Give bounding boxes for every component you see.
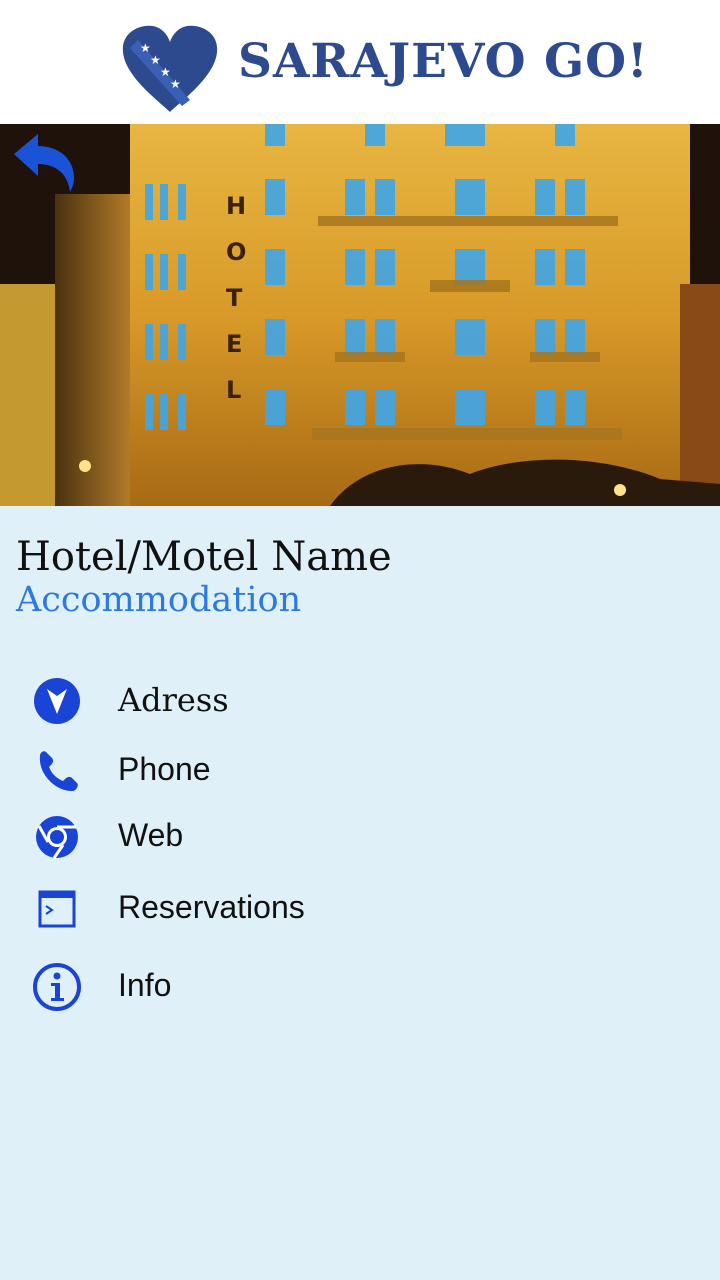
hotel-sign-letter-o: O: [226, 238, 246, 266]
location-arrow-icon: [34, 678, 80, 724]
back-arrow-icon: [14, 134, 74, 192]
svg-text:★: ★: [170, 77, 181, 91]
hotel-sign-letter-l: L: [226, 376, 241, 404]
app-header: ★ ★ ★ ★ SARAJEVO GO!: [0, 0, 720, 124]
info-icon: [33, 963, 81, 1011]
detail-row-address[interactable]: Adress: [0, 668, 720, 728]
back-button[interactable]: [10, 130, 80, 196]
hotel-sign-letter-h: H: [226, 192, 246, 220]
heart-flag-icon: ★ ★ ★ ★: [122, 25, 218, 112]
detail-label-address: Adress: [118, 681, 229, 719]
hotel-sign-letter-e: E: [226, 330, 242, 358]
detail-label-phone: Phone: [118, 751, 211, 787]
detail-label-info: Info: [118, 967, 172, 1003]
chrome-icon: [36, 816, 78, 859]
hotel-photo-illustration: H O T E L: [0, 124, 720, 506]
detail-row-reservations[interactable]: Reservations: [0, 876, 720, 936]
sarajevo-go-logo: ★ ★ ★ ★ SARAJEVO GO!: [120, 22, 648, 114]
terminal-icon: [38, 890, 76, 928]
hotel-photo: H O T E L: [0, 124, 720, 506]
phone-icon: [39, 751, 78, 792]
listing-category: Accommodation: [16, 580, 302, 620]
logo-text: SARAJEVO GO!: [238, 34, 649, 89]
detail-label-web: Web: [118, 817, 184, 853]
listing-name: Hotel/Motel Name: [16, 534, 392, 580]
detail-label-reservations: Reservations: [118, 889, 305, 925]
hotel-sign-letter-t: T: [226, 284, 243, 312]
detail-row-info[interactable]: Info: [0, 954, 720, 1014]
detail-row-web[interactable]: Web: [0, 804, 720, 864]
detail-row-phone[interactable]: Phone: [0, 738, 720, 798]
